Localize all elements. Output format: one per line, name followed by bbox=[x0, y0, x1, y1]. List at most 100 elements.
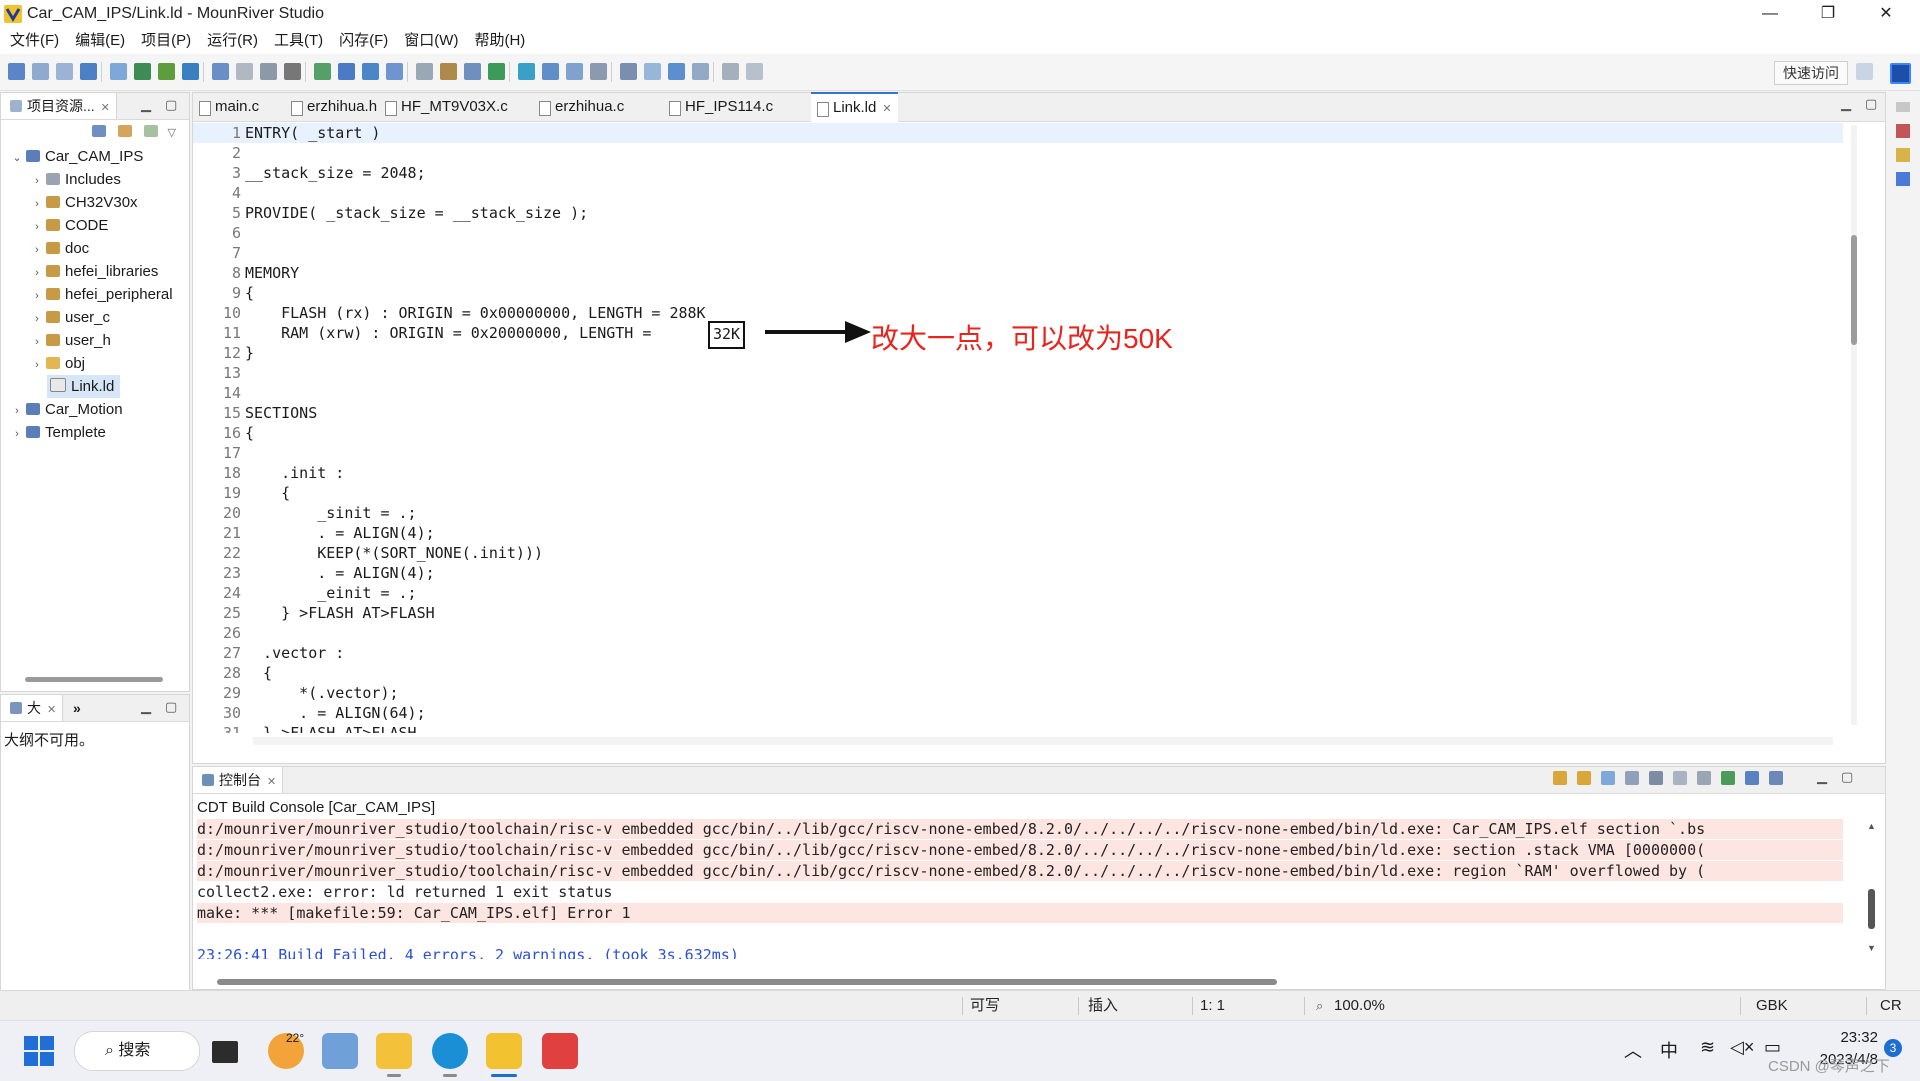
problems-icon[interactable] bbox=[1896, 124, 1910, 138]
toolbar-tool-icon[interactable] bbox=[158, 63, 175, 80]
toolbar-tool-icon[interactable] bbox=[620, 63, 637, 80]
console-tool-icon[interactable] bbox=[1625, 771, 1639, 785]
outline-view-icon[interactable] bbox=[1896, 172, 1910, 186]
toolbar-tool-icon[interactable] bbox=[416, 63, 433, 80]
editor-tab[interactable]: erzhihua.c bbox=[533, 93, 630, 121]
chevron-right-icon[interactable]: › bbox=[31, 285, 43, 308]
editor-tab[interactable]: HF_MT9V03X.c bbox=[379, 93, 514, 121]
minimize-view-icon[interactable]: ▁ bbox=[141, 97, 151, 113]
chevron-right-icon[interactable]: › bbox=[31, 193, 43, 216]
scroll-up-icon[interactable]: ▲ bbox=[1867, 821, 1876, 831]
maximize-view-icon[interactable]: ▢ bbox=[1841, 769, 1853, 785]
console-tool-icon[interactable] bbox=[1769, 771, 1783, 785]
tree-item[interactable]: Link.ld bbox=[47, 375, 121, 398]
code-editor[interactable]: 1 ENTRY( _start ) 2 3 __stack_size = 2048; 4 5… bbox=[193, 123, 1843, 733]
console-horizontal-scrollbar[interactable] bbox=[217, 979, 1277, 985]
collapse-all-icon[interactable] bbox=[92, 125, 106, 137]
quick-access-field[interactable]: 快速访问 bbox=[1774, 61, 1848, 85]
console-tool-icon[interactable] bbox=[1673, 771, 1687, 785]
tree-item[interactable]: › Car_Motion bbox=[11, 398, 122, 421]
menu-item[interactable]: 运行(R) bbox=[199, 28, 266, 54]
toolbar-tool-icon[interactable] bbox=[440, 63, 457, 80]
minimize-button[interactable]: — bbox=[1742, 0, 1798, 28]
task-view-icon[interactable] bbox=[212, 1041, 238, 1063]
menu-item[interactable]: 帮助(H) bbox=[466, 28, 533, 54]
tree-item[interactable]: › CODE bbox=[31, 214, 108, 237]
menu-item[interactable]: 文件(F) bbox=[2, 28, 67, 54]
editor-tab[interactable]: erzhihua.h bbox=[285, 93, 383, 121]
chevron-right-icon[interactable]: › bbox=[31, 262, 43, 285]
editor-vertical-scrollbar[interactable] bbox=[1851, 125, 1857, 725]
menu-item[interactable]: 编辑(E) bbox=[67, 28, 133, 54]
toolbar-tool-icon[interactable] bbox=[668, 63, 685, 80]
tree-item[interactable]: › CH32V30x bbox=[31, 191, 137, 216]
toolbar-tool-icon[interactable] bbox=[518, 63, 535, 80]
scroll-down-icon[interactable]: ▼ bbox=[1867, 943, 1876, 953]
chevron-right-icon[interactable]: › bbox=[11, 423, 23, 446]
close-button[interactable]: ✕ bbox=[1858, 0, 1914, 28]
maximize-view-icon[interactable]: ▢ bbox=[165, 699, 177, 715]
console-tool-icon[interactable] bbox=[1601, 771, 1615, 785]
minimize-view-icon[interactable]: ▁ bbox=[1817, 769, 1827, 785]
console-tool-icon[interactable] bbox=[1697, 771, 1711, 785]
toolbar-tool-icon[interactable] bbox=[746, 63, 763, 80]
toolbar-tool-icon[interactable] bbox=[8, 63, 25, 80]
encoding-status[interactable]: GBK bbox=[1756, 991, 1788, 1021]
tree-item[interactable]: › user_c bbox=[31, 306, 110, 329]
console-tool-icon[interactable] bbox=[1553, 771, 1567, 785]
menu-item[interactable]: 项目(P) bbox=[133, 28, 199, 54]
input-language[interactable]: 中 bbox=[1660, 1037, 1678, 1063]
mounriver-taskbar-icon[interactable] bbox=[486, 1033, 522, 1069]
toolbar-tool-icon[interactable] bbox=[314, 63, 331, 80]
view-menu-icon[interactable]: ▽ bbox=[168, 127, 176, 139]
horizontal-scrollbar[interactable] bbox=[25, 677, 163, 682]
tree-item[interactable]: › doc bbox=[31, 237, 89, 260]
close-icon[interactable]: ✕ bbox=[47, 704, 56, 716]
taskbar-search[interactable]: ⌕ 搜索 bbox=[74, 1031, 200, 1071]
toolbar-tool-icon[interactable] bbox=[110, 63, 127, 80]
wps-office-icon[interactable] bbox=[542, 1033, 578, 1069]
restore-button[interactable]: ❐ bbox=[1800, 0, 1856, 28]
toolbar-tool-icon[interactable] bbox=[644, 63, 661, 80]
tree-item[interactable]: › hefei_peripheral bbox=[31, 283, 172, 308]
more-views-button[interactable]: » bbox=[67, 695, 87, 721]
edge-browser-icon[interactable] bbox=[432, 1033, 468, 1069]
toolbar-tool-icon[interactable] bbox=[362, 63, 379, 80]
console-tool-icon[interactable] bbox=[1649, 771, 1663, 785]
chevron-right-icon[interactable]: › bbox=[31, 308, 43, 331]
tab-outline[interactable]: 大 ✕ bbox=[1, 695, 64, 721]
mounriver-perspective-icon[interactable] bbox=[1890, 63, 1911, 84]
chevron-right-icon[interactable]: › bbox=[31, 170, 43, 193]
tree-item[interactable]: › user_h bbox=[31, 329, 111, 352]
volume-muted-icon[interactable]: ◁× bbox=[1730, 1037, 1754, 1058]
tab-console[interactable]: 控制台 ✕ bbox=[193, 767, 284, 793]
toolbar-tool-icon[interactable] bbox=[236, 63, 253, 80]
menu-item[interactable]: 工具(T) bbox=[266, 28, 331, 54]
toolbar-tool-icon[interactable] bbox=[722, 63, 739, 80]
show-hidden-icons-icon[interactable]: ︿ bbox=[1624, 1037, 1642, 1063]
console-tool-icon[interactable] bbox=[1721, 771, 1735, 785]
toolbar-tool-icon[interactable] bbox=[260, 63, 277, 80]
scrollbar-thumb[interactable] bbox=[1851, 235, 1857, 345]
toolbar-tool-icon[interactable] bbox=[182, 63, 199, 80]
editor-tab[interactable]: main.c bbox=[193, 93, 265, 121]
zoom-level[interactable]: 100.0% bbox=[1334, 991, 1385, 1021]
toolbar-tool-icon[interactable] bbox=[464, 63, 481, 80]
windows-start-icon[interactable] bbox=[24, 1036, 54, 1066]
tasks-icon[interactable] bbox=[1896, 148, 1910, 162]
toolbar-tool-icon[interactable] bbox=[212, 63, 229, 80]
clock-time[interactable]: 23:32 bbox=[1800, 1029, 1878, 1046]
control-panel-icon[interactable] bbox=[322, 1033, 358, 1069]
console-vertical-scrollbar[interactable]: ▲ ▼ bbox=[1865, 819, 1877, 959]
tree-item[interactable]: ⌄ Car_CAM_IPS bbox=[11, 145, 143, 168]
maximize-editor-icon[interactable]: ▢ bbox=[1865, 96, 1877, 112]
toolbar-tool-icon[interactable] bbox=[590, 63, 607, 80]
toolbar-tool-icon[interactable] bbox=[338, 63, 355, 80]
toolbar-tool-icon[interactable] bbox=[386, 63, 403, 80]
toolbar-tool-icon[interactable] bbox=[542, 63, 559, 80]
chevron-right-icon[interactable]: › bbox=[31, 239, 43, 262]
toolbar-tool-icon[interactable] bbox=[566, 63, 583, 80]
line-ending-status[interactable]: CR bbox=[1880, 991, 1902, 1021]
close-icon[interactable]: ✕ bbox=[882, 103, 891, 115]
perspective-icon[interactable] bbox=[1856, 63, 1873, 80]
